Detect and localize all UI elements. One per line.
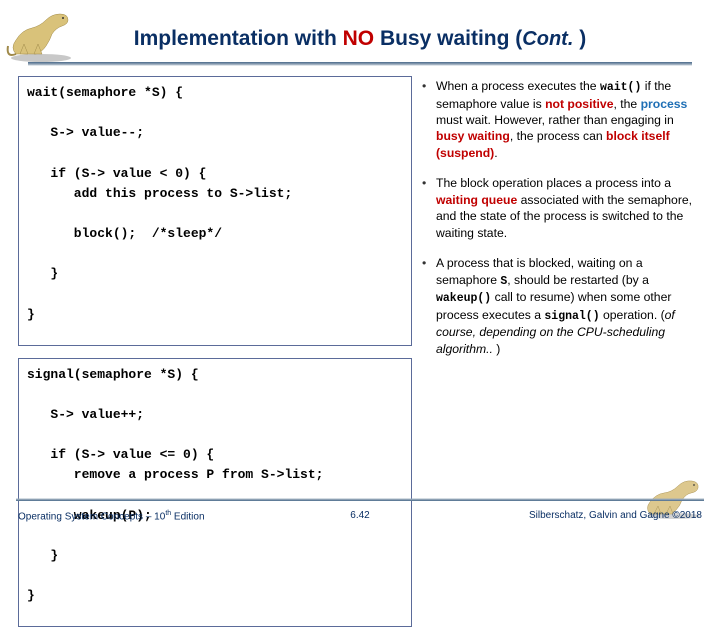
mono: signal() (544, 310, 599, 323)
footer-rule (16, 498, 704, 501)
txt: . (494, 146, 497, 160)
title-band: Implementation with NO Busy waiting (Con… (0, 18, 720, 60)
bullets-column: • When a process executes the wait() if … (412, 76, 702, 490)
bullet-marker: • (422, 175, 436, 241)
page-title: Implementation with NO Busy waiting (Con… (134, 27, 586, 51)
content-area: wait(semaphore *S) { S-> value--; if (S-… (18, 76, 702, 490)
txt: , the process can (510, 129, 606, 143)
txt: ) (493, 342, 500, 356)
bullet-3: • A process that is blocked, waiting on … (422, 255, 696, 357)
footer-right: Silberschatz, Galvin and Gagne ©2018 (529, 510, 702, 521)
title-cont: Cont. (522, 28, 573, 50)
title-post: Busy waiting ( (374, 27, 522, 50)
blue: process (641, 97, 688, 111)
txt: , should be restarted (by a (507, 273, 649, 287)
mono: wakeup() (436, 292, 491, 305)
red: waiting queue (436, 193, 517, 207)
bullet-text: When a process executes the wait() if th… (436, 78, 696, 161)
bullet-marker: • (422, 78, 436, 161)
txt: , the (613, 97, 640, 111)
bullet-text: The block operation places a process int… (436, 175, 696, 241)
bullet-1: • When a process executes the wait() if … (422, 78, 696, 161)
footer: Operating System Concepts – 10th Edition… (0, 498, 720, 534)
title-pre: Implementation with (134, 27, 343, 50)
bullet-2: • The block operation places a process i… (422, 175, 696, 241)
dino-header-logo (6, 6, 76, 64)
code-wait: wait(semaphore *S) { S-> value--; if (S-… (18, 76, 412, 346)
mono: wait() (600, 81, 641, 94)
txt: operation. ( (600, 308, 665, 322)
code-column: wait(semaphore *S) { S-> value--; if (S-… (18, 76, 412, 490)
title-no: NO (343, 27, 375, 50)
bullet-marker: • (422, 255, 436, 357)
code-signal: signal(semaphore *S) { S-> value++; if (… (18, 358, 412, 627)
slide-root: Implementation with NO Busy waiting (Con… (0, 0, 720, 540)
title-underline (28, 62, 692, 66)
bullet-text: A process that is blocked, waiting on a … (436, 255, 696, 357)
txt: must wait. However, rather than engaging… (436, 113, 674, 127)
txt: The block operation places a process int… (436, 176, 671, 190)
red: busy waiting (436, 129, 510, 143)
red: not positive (545, 97, 613, 111)
title-close: ) (573, 27, 586, 50)
txt: When a process executes the (436, 79, 600, 93)
